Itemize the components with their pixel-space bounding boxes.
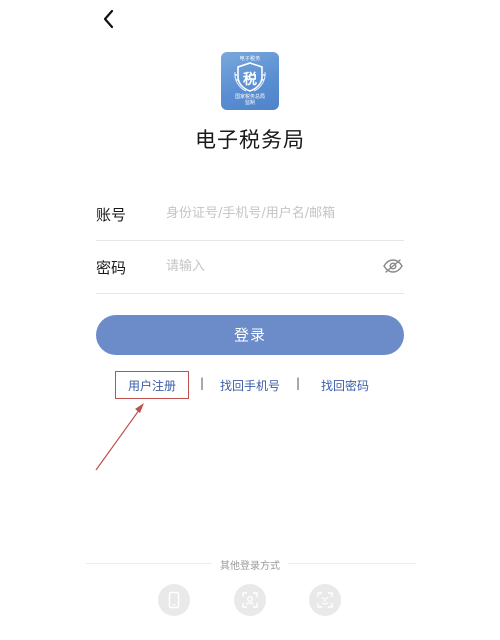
face-scan-login-button[interactable] [309,584,341,616]
back-button[interactable] [96,6,122,32]
password-input[interactable] [166,255,366,277]
annotation-arrow-icon [95,403,144,471]
logo-emblem-char: 税 [243,72,257,88]
find-password-link[interactable]: 找回密码 [321,377,369,394]
register-link[interactable]: 用户注册 [115,371,189,399]
account-input[interactable] [166,202,396,224]
face-id-icon [242,592,258,608]
find-phone-link[interactable]: 找回手机号 [220,377,280,394]
account-row: 账号 [96,188,404,241]
other-login-label: 其他登录方式 [0,557,500,572]
logo-bottom-line2: 监制 [244,100,255,106]
app-title: 电子税务局 [195,128,305,152]
other-login-label-text: 其他登录方式 [212,561,288,572]
login-button[interactable]: 登录 [96,315,404,355]
phone-icon [168,591,180,609]
phone-login-button[interactable] [158,584,190,616]
password-label: 密码 [96,259,127,277]
face-scan-icon [317,592,333,608]
chevron-left-icon [103,9,114,29]
link-separator: | [200,376,205,390]
account-label: 账号 [96,206,127,224]
logo-bottom-text: 国家税务总局 监制 [221,94,279,106]
face-login-button[interactable] [234,584,266,616]
login-page: 电子税务 税 国家税务总局 监制 电子税务局 账号 密码 [0,0,500,640]
link-separator: | [296,376,301,390]
app-logo: 电子税务 税 国家税务总局 监制 [221,52,279,110]
password-visibility-toggle[interactable] [382,258,404,274]
password-row: 密码 [96,241,404,294]
eye-off-icon [383,259,403,273]
